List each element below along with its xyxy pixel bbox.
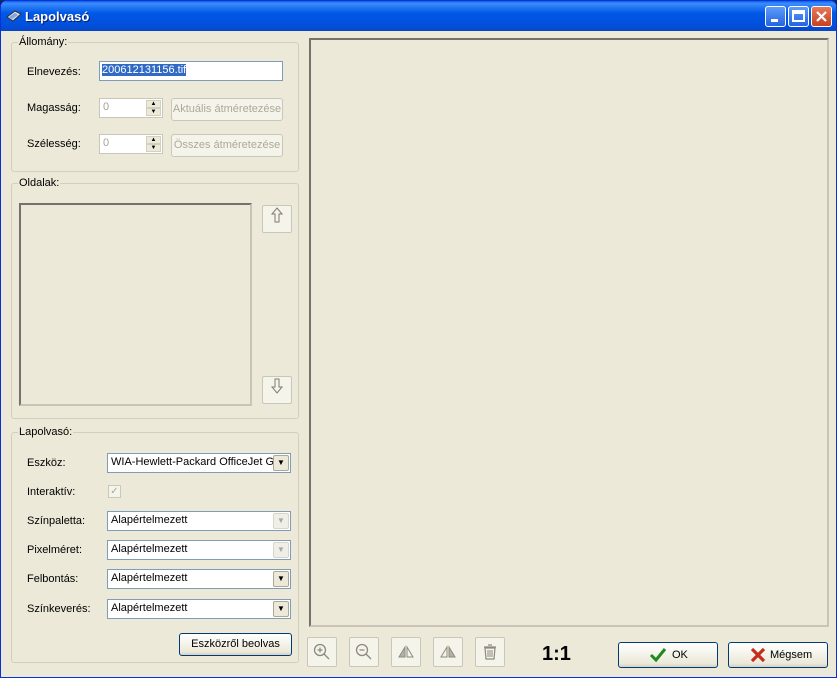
resize-current-button[interactable]: Aktuális átméretezése bbox=[171, 98, 283, 121]
ok-button[interactable]: OK bbox=[618, 642, 718, 668]
close-button[interactable] bbox=[811, 6, 832, 27]
name-input[interactable]: 200612131156.tif bbox=[99, 61, 283, 81]
zoom-in-icon bbox=[313, 643, 330, 660]
rotate-right-button[interactable] bbox=[433, 637, 463, 667]
palette-value: Alapértelmezett bbox=[111, 514, 188, 526]
height-label: Magasság: bbox=[27, 102, 81, 114]
cancel-label: Mégsem bbox=[770, 649, 813, 661]
height-value: 0 bbox=[103, 101, 110, 113]
dropdown-arrow-icon[interactable]: ▼ bbox=[273, 513, 289, 529]
scanner-group: Lapolvasó: Eszköz: WIA-Hewlett-Packard O… bbox=[11, 426, 299, 663]
minimize-button[interactable] bbox=[765, 6, 786, 27]
checkmark-icon: ✓ bbox=[110, 486, 119, 497]
scanner-app-icon bbox=[6, 10, 22, 22]
zoom-out-button[interactable] bbox=[349, 637, 379, 667]
checkmark-icon bbox=[649, 648, 667, 663]
dropdown-arrow-icon[interactable]: ▼ bbox=[273, 542, 289, 558]
title-bar[interactable]: Lapolvasó bbox=[1, 1, 836, 31]
interactive-label: Interaktív: bbox=[27, 486, 76, 498]
dropdown-arrow-icon[interactable]: ▼ bbox=[273, 601, 289, 617]
maximize-icon bbox=[792, 10, 805, 22]
device-value: WIA-Hewlett-Packard OfficeJet G85 bbox=[111, 456, 287, 468]
width-spinner[interactable]: 0 ▲ ▼ bbox=[99, 134, 163, 154]
dropdown-arrow-icon[interactable]: ▼ bbox=[273, 455, 289, 471]
pixel-value: Alapértelmezett bbox=[111, 543, 188, 555]
resolution-select[interactable]: Alapértelmezett ▼ bbox=[107, 569, 291, 589]
rotate-right-icon bbox=[440, 645, 456, 658]
delete-button[interactable] bbox=[475, 637, 505, 667]
pixel-select[interactable]: Alapértelmezett ▼ bbox=[107, 540, 291, 560]
zoom-in-button[interactable] bbox=[307, 637, 337, 667]
page-down-button[interactable] bbox=[262, 376, 292, 404]
resolution-label: Felbontás: bbox=[27, 573, 79, 585]
pages-group: Oldalak: bbox=[11, 177, 299, 419]
image-preview[interactable] bbox=[309, 38, 829, 627]
resize-all-button[interactable]: Összes átméretezése bbox=[171, 134, 283, 157]
device-label: Eszköz: bbox=[27, 457, 66, 469]
client-area: Állomány: Elnevezés: 200612131156.tif Ma… bbox=[4, 31, 833, 674]
dither-value: Alapértelmezett bbox=[111, 602, 188, 614]
name-value: 200612131156.tif bbox=[102, 64, 187, 76]
scan-from-device-button[interactable]: Eszközről beolvas bbox=[179, 633, 292, 656]
rotate-left-icon bbox=[398, 645, 414, 658]
scanner-window: Lapolvasó Állomány: Elnevezés: 200612131… bbox=[0, 0, 837, 678]
height-spin-buttons[interactable]: ▲ ▼ bbox=[146, 100, 161, 116]
rotate-left-button[interactable] bbox=[391, 637, 421, 667]
page-up-button[interactable] bbox=[262, 205, 292, 233]
minimize-icon bbox=[771, 19, 778, 22]
pages-group-legend: Oldalak: bbox=[18, 177, 61, 189]
cancel-button[interactable]: Mégsem bbox=[728, 642, 828, 668]
spin-down-icon[interactable]: ▼ bbox=[146, 108, 161, 116]
device-select[interactable]: WIA-Hewlett-Packard OfficeJet G85 ▼ bbox=[107, 453, 291, 473]
spin-up-icon[interactable]: ▲ bbox=[146, 100, 161, 108]
name-label: Elnevezés: bbox=[27, 66, 81, 78]
dither-select[interactable]: Alapértelmezett ▼ bbox=[107, 599, 291, 619]
spin-up-icon[interactable]: ▲ bbox=[146, 136, 161, 144]
maximize-button[interactable] bbox=[788, 6, 809, 27]
arrow-up-icon bbox=[270, 207, 284, 223]
scanner-group-legend: Lapolvasó: bbox=[18, 426, 74, 438]
zoom-out-icon bbox=[355, 643, 372, 660]
width-value: 0 bbox=[103, 137, 110, 149]
pixel-label: Pixelméret: bbox=[27, 544, 83, 556]
ok-label: OK bbox=[672, 649, 688, 661]
window-title: Lapolvasó bbox=[25, 9, 90, 24]
trash-icon bbox=[484, 644, 496, 660]
palette-select[interactable]: Alapértelmezett ▼ bbox=[107, 511, 291, 531]
width-spin-buttons[interactable]: ▲ ▼ bbox=[146, 136, 161, 152]
file-group: Állomány: Elnevezés: 200612131156.tif Ma… bbox=[11, 36, 299, 172]
close-icon bbox=[816, 11, 827, 22]
arrow-down-icon bbox=[270, 378, 284, 394]
height-spinner[interactable]: 0 ▲ ▼ bbox=[99, 98, 163, 118]
cancel-x-icon bbox=[750, 647, 766, 663]
dither-label: Színkeverés: bbox=[27, 603, 91, 615]
palette-label: Színpaletta: bbox=[27, 515, 86, 527]
file-group-legend: Állomány: bbox=[18, 36, 69, 48]
interactive-checkbox[interactable]: ✓ bbox=[108, 485, 121, 498]
zoom-ratio: 1:1 bbox=[542, 643, 571, 665]
resolution-value: Alapértelmezett bbox=[111, 572, 188, 584]
width-label: Szélesség: bbox=[27, 138, 81, 150]
pages-list[interactable] bbox=[19, 203, 252, 406]
spin-down-icon[interactable]: ▼ bbox=[146, 144, 161, 152]
dropdown-arrow-icon[interactable]: ▼ bbox=[273, 571, 289, 587]
